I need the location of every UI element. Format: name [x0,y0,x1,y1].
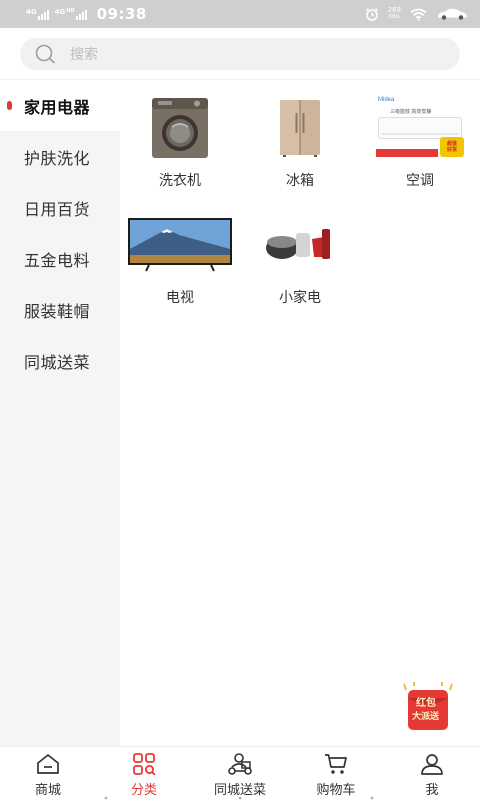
small-appliances-thumb [246,212,354,278]
bottom-nav: 商城 分类 同城送菜 购物车 我 [0,746,480,800]
ac-vent [382,133,458,135]
network-type-1: 4G [26,8,37,16]
network-type-2: 4G [54,8,66,16]
home-icon [37,754,59,774]
badge-text: 超值好货 [446,141,457,153]
sidebar-item-label: 同城送菜 [24,354,91,372]
signal-icon [75,8,87,20]
washing-machine-image [152,98,208,158]
sidebar-item-label: 五金电料 [24,252,91,270]
search-input[interactable]: 搜索 [20,38,460,70]
sidebar-item-grocery-delivery[interactable]: 同城送菜 [0,335,120,386]
subcategory-label: 小家电 [279,289,321,305]
subcategory-washing-machine[interactable]: 洗衣机 [120,86,240,203]
clock: 09:38 [96,5,147,23]
air-conditioner-image: Midea 三级能效 高效安静 超值好货 [376,97,464,159]
sidebar-item-hardware[interactable]: 五金电料 [0,233,120,284]
ac-promo-bar [376,149,438,157]
sidebar-item-apparel[interactable]: 服装鞋帽 [0,284,120,335]
subcategory-television[interactable]: 电视 [120,203,240,320]
sidebar-item-skincare[interactable]: 护肤洗化 [0,131,120,182]
tab-grocery-delivery[interactable]: 同城送菜 [192,747,288,800]
sidebar-item-label: 日用百货 [24,201,91,219]
subcategory-label: 洗衣机 [159,172,201,188]
wifi-icon [410,8,427,21]
alarm-icon [365,7,378,21]
air-conditioner-thumb: Midea 三级能效 高效安静 超值好货 [366,95,474,161]
red-packet-label-2: 大派送 [412,711,440,721]
subcategory-label: 空调 [406,172,434,188]
sidebar-item-label: 家用电器 [24,99,91,117]
subcategory-air-conditioner[interactable]: Midea 三级能效 高效安静 超值好货 空调 [360,86,480,203]
promo-text: 三级能效 高效安静 [390,109,432,115]
search-placeholder: 搜索 [70,46,98,62]
signal-1: 4G [26,8,49,20]
cart-icon [325,754,347,774]
subcategory-small-appliances[interactable]: 小家电 [240,203,360,320]
television-thumb [126,212,234,278]
sidebar-item-label: 服装鞋帽 [24,303,91,321]
status-bar: 4G 4G HD 09:38 269 KB/s [0,0,480,28]
sidebar-item-label: 护肤洗化 [24,150,91,168]
signal-2: 4G HD [55,8,87,20]
search-icon[interactable] [34,43,56,65]
network-speed: 269 KB/s [388,7,401,21]
refrigerator-thumb [246,95,354,161]
washing-machine-thumb [126,95,234,161]
delivery-icon [228,753,252,775]
subcategory-grid: 洗衣机 冰箱 Midea 三级能效 高效安静 超值好货 空调 电视 小家电 [120,86,480,320]
television-image [128,218,232,272]
sidebar-item-daily-goods[interactable]: 日用百货 [0,182,120,233]
tab-me[interactable]: 我 [384,747,480,800]
search-bar: 搜索 [0,28,480,80]
red-packet-button[interactable]: 红包 大派送 [400,682,456,732]
subcategory-label: 冰箱 [286,172,314,188]
speed-value: 269 [387,6,401,14]
signal-icon [37,8,49,20]
car-icon [438,8,467,20]
red-packet-label-1: 红包 [416,698,436,709]
subcategory-refrigerator[interactable]: 冰箱 [240,86,360,203]
refrigerator-image [280,100,320,157]
tab-mall[interactable]: 商城 [0,747,96,800]
ac-badge: 超值好货 [440,137,464,157]
tab-category[interactable]: 分类 [96,747,192,800]
category-sidebar: 家用电器 护肤洗化 日用百货 五金电料 服装鞋帽 同城送菜 [0,80,120,746]
brand-logo: Midea [378,97,395,103]
small-appliances-image [266,229,330,259]
subcategory-label: 电视 [166,289,194,305]
tab-cart[interactable]: 购物车 [288,747,384,800]
ac-unit [378,117,462,139]
gesture-indicator [104,796,374,800]
user-icon [421,754,443,775]
category-icon [133,753,156,775]
sidebar-item-appliances[interactable]: 家用电器 [0,80,120,131]
network-suffix-2: HD [66,8,75,14]
speed-unit: KB/s [388,14,400,20]
